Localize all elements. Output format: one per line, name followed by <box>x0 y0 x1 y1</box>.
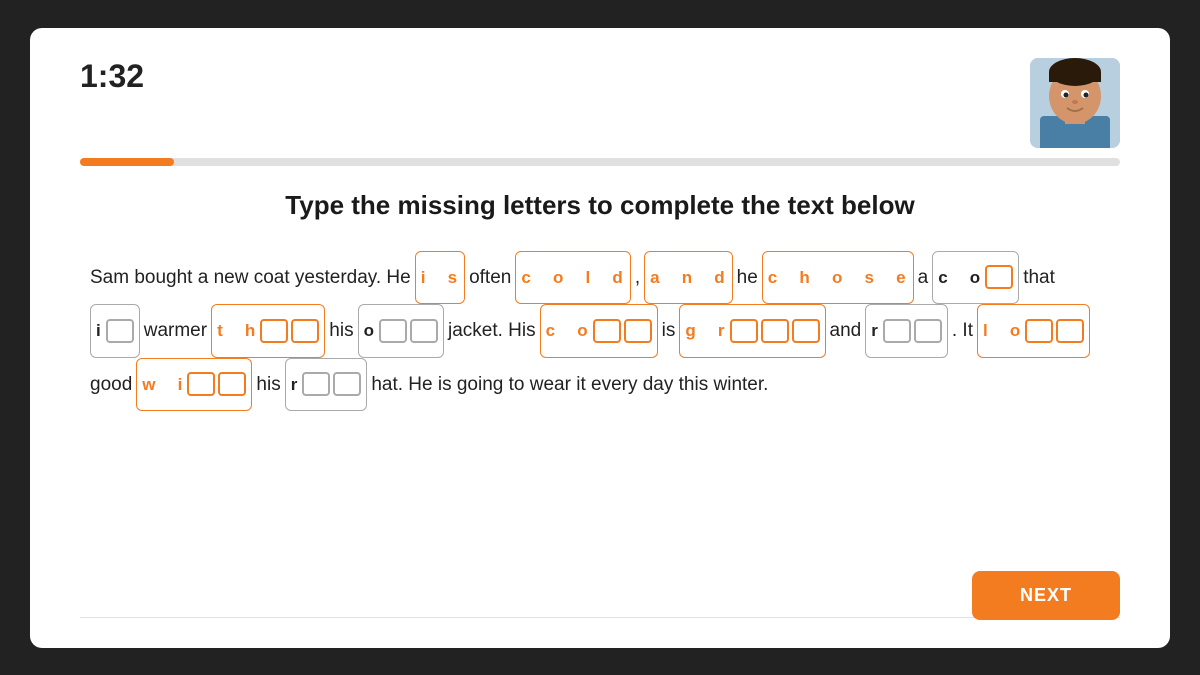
blank-input-13[interactable] <box>914 319 942 343</box>
exercise-text-area: Sam bought a new coat yesterday. He i s … <box>80 251 1120 607</box>
word-pill-lo-blank: l o <box>977 304 1090 358</box>
word-pill-r-blank: r <box>865 304 948 358</box>
text-segment: and <box>830 304 862 357</box>
blank-input-18[interactable] <box>302 372 330 396</box>
word-pill-r-blank2: r <box>285 358 368 412</box>
progress-bar-container <box>80 158 1120 166</box>
blank-input-16[interactable] <box>187 372 215 396</box>
blank-input-2[interactable] <box>106 319 134 343</box>
blank-input-4[interactable] <box>291 319 319 343</box>
blank-input-1[interactable] <box>985 265 1013 289</box>
footer-divider <box>80 617 1120 618</box>
blank-input-14[interactable] <box>1025 319 1053 343</box>
text-segment: Sam bought a new coat yesterday. He <box>90 251 411 304</box>
avatar-image <box>1030 58 1120 148</box>
blank-input-10[interactable] <box>761 319 789 343</box>
text-segment: , <box>635 251 640 304</box>
blank-input-17[interactable] <box>218 372 246 396</box>
blank-input-3[interactable] <box>260 319 288 343</box>
word-pill-co-blank2: c o <box>540 304 658 358</box>
text-segment: good <box>90 358 132 411</box>
text-segment: jacket. His <box>448 304 536 357</box>
avatar <box>1030 58 1120 148</box>
timer-display: 1:32 <box>80 58 144 95</box>
text-segment: is <box>662 304 676 357</box>
word-pill-and: a n d <box>644 251 733 305</box>
word-pill-cold: c o l d <box>515 251 630 305</box>
word-pill-th-blank: t h <box>211 304 325 358</box>
text-line-2: i warmer t h his o jacket. His c o is g … <box>90 304 1110 358</box>
blank-input-5[interactable] <box>379 319 407 343</box>
text-segment: warmer <box>144 304 207 357</box>
blank-input-11[interactable] <box>792 319 820 343</box>
instruction-text: Type the missing letters to complete the… <box>80 190 1120 221</box>
text-segment: his <box>256 358 280 411</box>
blank-input-7[interactable] <box>593 319 621 343</box>
word-pill-is: i s <box>415 251 465 305</box>
word-pill-i-blank: i <box>90 304 140 358</box>
text-segment: he <box>737 251 758 304</box>
text-line-3: good w i his r hat. He is going to wear … <box>90 358 1110 412</box>
text-line-1: Sam bought a new coat yesterday. He i s … <box>90 251 1110 305</box>
progress-bar-fill <box>80 158 174 166</box>
text-segment: hat. He is going to wear it every day th… <box>371 358 768 411</box>
text-segment: his <box>329 304 353 357</box>
word-pill-gr-blank: g r <box>679 304 825 358</box>
blank-input-12[interactable] <box>883 319 911 343</box>
text-segment: often <box>469 251 511 304</box>
word-pill-chose: c h o s e <box>762 251 914 305</box>
word-pill-o-blank: o <box>358 304 444 358</box>
blank-input-15[interactable] <box>1056 319 1084 343</box>
blank-input-8[interactable] <box>624 319 652 343</box>
word-pill-co-blank: c o <box>932 251 1019 305</box>
blank-input-19[interactable] <box>333 372 361 396</box>
next-button[interactable]: NEXT <box>972 571 1120 620</box>
text-segment: a <box>918 251 929 304</box>
text-segment: that <box>1023 251 1055 304</box>
blank-input-9[interactable] <box>730 319 758 343</box>
header-row: 1:32 <box>80 58 1120 148</box>
text-segment: . It <box>952 304 973 357</box>
main-card: 1:32 <box>30 28 1170 648</box>
blank-input-6[interactable] <box>410 319 438 343</box>
word-pill-wi-blank: w i <box>136 358 252 412</box>
